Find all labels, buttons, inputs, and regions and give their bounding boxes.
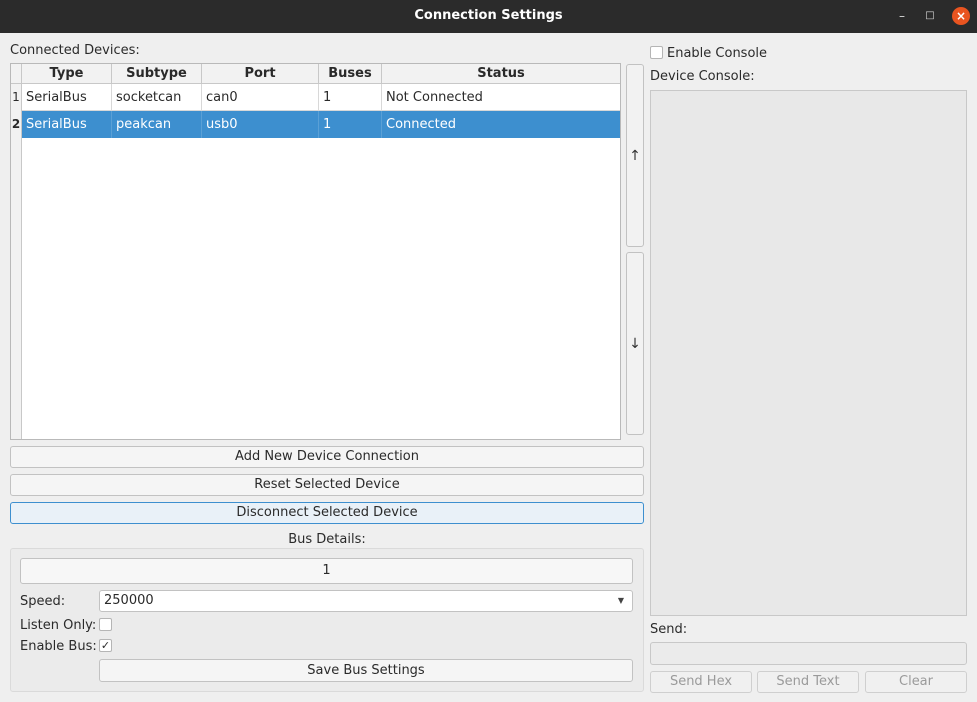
send-hex-button[interactable]: Send Hex [650, 671, 752, 693]
column-header-port[interactable]: Port [202, 64, 319, 83]
device-console-label: Device Console: [650, 69, 755, 84]
cell-buses[interactable]: 1 [319, 111, 382, 138]
column-header-status[interactable]: Status [382, 64, 620, 83]
table-row[interactable]: 1 SerialBus socketcan can0 1 Not Connect… [11, 84, 620, 111]
move-up-button[interactable]: ↑ [626, 64, 644, 247]
minimize-icon[interactable]: – [893, 7, 911, 25]
listen-only-checkbox[interactable] [99, 618, 112, 631]
cell-subtype[interactable]: peakcan [112, 111, 202, 138]
cell-status[interactable]: Connected [382, 111, 620, 138]
close-icon[interactable]: × [952, 7, 970, 25]
title-bar: Connection Settings – □ × [0, 0, 977, 33]
cell-subtype[interactable]: socketcan [112, 84, 202, 110]
enable-bus-label: Enable Bus: [20, 639, 97, 654]
enable-console-label: Enable Console [667, 46, 768, 61]
cell-port[interactable]: can0 [202, 84, 319, 110]
speed-label: Speed: [20, 594, 66, 609]
cell-port[interactable]: usb0 [202, 111, 319, 138]
send-input[interactable] [650, 642, 967, 665]
send-text-button[interactable]: Send Text [757, 671, 859, 693]
device-console-output[interactable] [650, 90, 967, 616]
move-down-button[interactable]: ↓ [626, 252, 644, 435]
column-header-buses[interactable]: Buses [319, 64, 382, 83]
arrow-down-icon: ↓ [629, 336, 641, 352]
add-device-button[interactable]: Add New Device Connection [10, 446, 644, 468]
cell-type[interactable]: SerialBus [22, 111, 112, 138]
row-number: 2 [11, 111, 22, 138]
corner-cell [11, 64, 22, 83]
enable-console-checkbox[interactable] [650, 46, 663, 59]
speed-value: 250000 [104, 593, 154, 608]
arrow-up-icon: ↑ [629, 148, 641, 164]
save-bus-settings-button[interactable]: Save Bus Settings [99, 659, 633, 682]
enable-bus-checkbox[interactable]: ✓ [99, 639, 112, 652]
disconnect-device-button[interactable]: Disconnect Selected Device [10, 502, 644, 524]
connected-devices-label: Connected Devices: [10, 43, 140, 58]
bus-tab[interactable]: 1 [20, 558, 633, 584]
chevron-down-icon: ▼ [617, 596, 624, 605]
devices-table[interactable]: Type Subtype Port Buses Status 1 SerialB… [10, 63, 621, 440]
column-header-type[interactable]: Type [22, 64, 112, 83]
cell-status[interactable]: Not Connected [382, 84, 620, 110]
table-row-selected[interactable]: 2 SerialBus peakcan usb0 1 Connected [11, 111, 620, 138]
clear-button[interactable]: Clear [865, 671, 967, 693]
window-title: Connection Settings [414, 8, 563, 23]
checkmark-icon: ✓ [100, 639, 111, 652]
maximize-icon[interactable]: □ [921, 7, 939, 25]
send-label: Send: [650, 622, 688, 637]
row-number: 1 [11, 84, 22, 111]
listen-only-label: Listen Only: [20, 618, 97, 633]
cell-buses[interactable]: 1 [319, 84, 382, 110]
bus-details-label: Bus Details: [288, 532, 366, 547]
column-header-subtype[interactable]: Subtype [112, 64, 202, 83]
speed-select[interactable]: 250000 ▼ [99, 590, 633, 612]
table-header: Type Subtype Port Buses Status [11, 64, 620, 84]
cell-type[interactable]: SerialBus [22, 84, 112, 110]
reset-device-button[interactable]: Reset Selected Device [10, 474, 644, 496]
